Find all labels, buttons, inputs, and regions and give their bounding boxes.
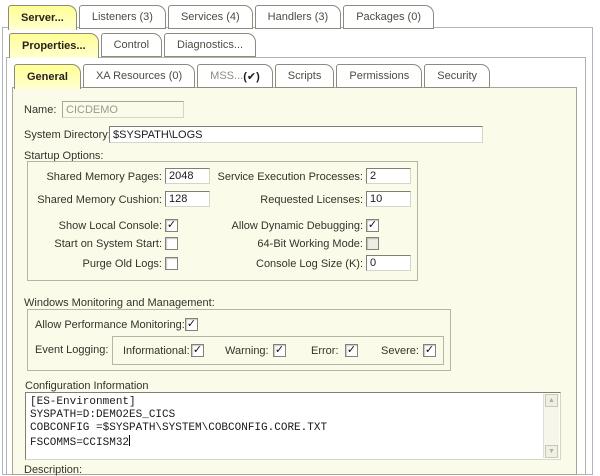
event-informational-label: Informational: [123, 345, 190, 357]
64-bit-working-mode-label: 64-Bit Working Mode: [208, 238, 363, 250]
tab-permissions[interactable]: Permissions [336, 64, 422, 88]
tab-listeners[interactable]: Listeners (3) [79, 5, 166, 29]
shared-memory-cushion-label: Shared Memory Cushion: [32, 194, 162, 206]
tab-general[interactable]: General [14, 64, 81, 89]
tab-scripts[interactable]: Scripts [275, 64, 335, 88]
scroll-down-icon[interactable]: ▼ [545, 445, 558, 458]
tab-mss-label: MSS... [210, 70, 243, 82]
purge-old-logs-checkbox[interactable] [165, 257, 178, 270]
tab-properties[interactable]: Properties... [9, 33, 99, 58]
system-directory-field[interactable] [109, 126, 483, 143]
shared-memory-cushion-field[interactable] [165, 191, 210, 207]
top-tab-bar: Server... Listeners (3) Services (4) Han… [8, 5, 436, 30]
allow-dynamic-debugging-label: Allow Dynamic Debugging: [208, 220, 363, 232]
event-logging-group: Informational: ✓ Warning: ✓ Error: ✓ Sev… [112, 336, 444, 365]
configuration-information-label: Configuration Information [25, 380, 149, 392]
tab-handlers[interactable]: Handlers (3) [255, 5, 342, 29]
allow-performance-monitoring-checkbox[interactable]: ✓ [185, 318, 198, 331]
requested-licenses-label: Requested Licenses: [208, 194, 363, 206]
show-local-console-label: Show Local Console: [32, 220, 162, 232]
server-sub-tab-bar: Properties... Control Diagnostics... [9, 33, 258, 58]
name-field[interactable] [62, 101, 184, 118]
shared-memory-pages-label: Shared Memory Pages: [32, 171, 162, 183]
start-on-system-start-label: Start on System Start: [32, 238, 162, 250]
text-caret [129, 435, 130, 446]
show-local-console-checkbox[interactable]: ✓ [165, 219, 178, 232]
allow-dynamic-debugging-checkbox[interactable]: ✓ [366, 219, 379, 232]
event-severe-label: Severe: [381, 345, 419, 357]
requested-licenses-field[interactable] [366, 191, 411, 207]
event-warning-label: Warning: [225, 345, 269, 357]
purge-old-logs-label: Purge Old Logs: [32, 258, 162, 270]
tab-mss-check-icon: (✔) [243, 70, 260, 83]
startup-options-group: Shared Memory Pages: Service Execution P… [27, 161, 418, 281]
monitoring-section-label: Windows Monitoring and Management: [24, 297, 215, 309]
service-execution-processes-label: Service Execution Processes: [208, 171, 363, 183]
tab-security[interactable]: Security [424, 64, 490, 88]
properties-sub-tab-bar: General XA Resources (0) MSS... (✔) Scri… [14, 64, 492, 89]
tab-control[interactable]: Control [101, 33, 162, 57]
console-log-size-label: Console Log Size (K): [208, 258, 363, 270]
tab-xa-resources[interactable]: XA Resources (0) [83, 64, 195, 88]
shared-memory-pages-field[interactable] [165, 168, 210, 184]
event-error-label: Error: [311, 345, 339, 357]
tab-mss[interactable]: MSS... (✔) [197, 64, 273, 88]
start-on-system-start-checkbox[interactable] [165, 237, 178, 250]
event-logging-label: Event Logging: [35, 344, 108, 356]
event-informational-checkbox[interactable]: ✓ [191, 344, 204, 357]
monitoring-group: Allow Performance Monitoring: ✓ Event Lo… [27, 309, 451, 371]
tab-diagnostics[interactable]: Diagnostics... [164, 33, 256, 57]
name-label: Name: [24, 104, 56, 116]
config-scrollbar[interactable]: ▲ ▼ [543, 394, 559, 458]
configuration-text: [ES-Environment]SYSPATH=D:DEMO2ES_CICSCO… [30, 396, 540, 450]
system-directory-label: System Directory: [24, 129, 111, 141]
console-log-size-field[interactable] [366, 255, 411, 271]
service-execution-processes-field[interactable] [366, 168, 411, 184]
event-severe-checkbox[interactable]: ✓ [423, 344, 436, 357]
64-bit-working-mode-checkbox[interactable] [366, 237, 379, 250]
tab-server[interactable]: Server... [8, 5, 77, 30]
description-label: Description: [24, 464, 82, 476]
tab-packages[interactable]: Packages (0) [343, 5, 434, 29]
event-error-checkbox[interactable]: ✓ [345, 344, 358, 357]
configuration-information-textarea[interactable]: [ES-Environment]SYSPATH=D:DEMO2ES_CICSCO… [25, 392, 561, 460]
event-warning-checkbox[interactable]: ✓ [273, 344, 286, 357]
tab-services[interactable]: Services (4) [168, 5, 253, 29]
allow-performance-monitoring-label: Allow Performance Monitoring: [35, 319, 185, 331]
scroll-up-icon[interactable]: ▲ [545, 394, 558, 407]
